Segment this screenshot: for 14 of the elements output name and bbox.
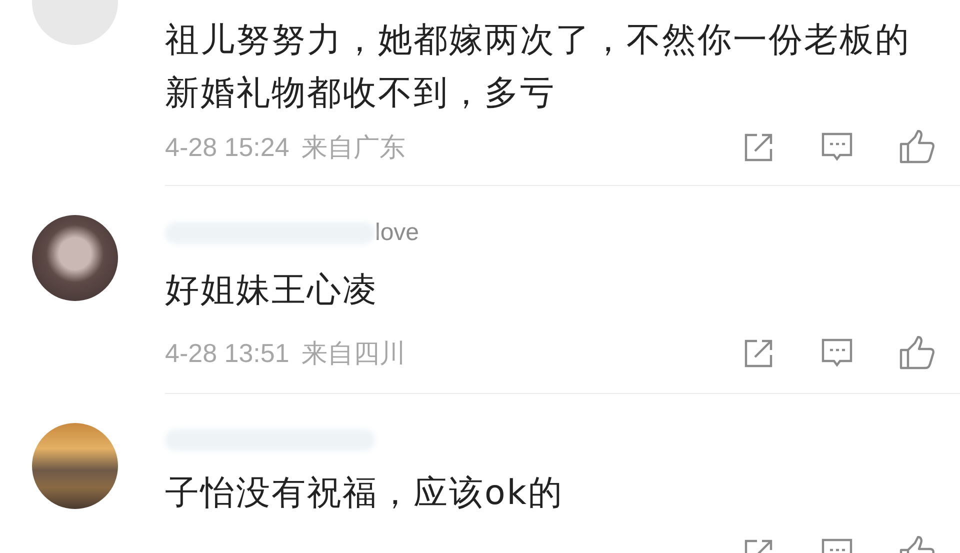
username[interactable]: love — [375, 219, 420, 247]
share-icon[interactable] — [743, 337, 775, 369]
comment-time: 4-28 15:24 — [165, 132, 290, 162]
comment-text: 子怡没有祝福，应该ok的 — [165, 472, 564, 515]
comment-time: 4-28 13:51 — [165, 338, 290, 368]
comment-text: 祖儿努努力，她都嫁两次了，不然你一份老板的新婚礼物都收不到，多亏 — [165, 19, 912, 115]
share-icon[interactable] — [743, 131, 775, 163]
comment-icon[interactable] — [821, 337, 853, 369]
comment-text: 好姐妹王心凌 — [165, 269, 379, 312]
thumbs-up-icon[interactable] — [899, 130, 935, 164]
thumbs-up-icon[interactable] — [899, 336, 935, 370]
comment-icon[interactable] — [821, 131, 853, 163]
comment-location: 来自四川 — [301, 338, 406, 370]
comment-location: 来自广东 — [301, 132, 406, 164]
